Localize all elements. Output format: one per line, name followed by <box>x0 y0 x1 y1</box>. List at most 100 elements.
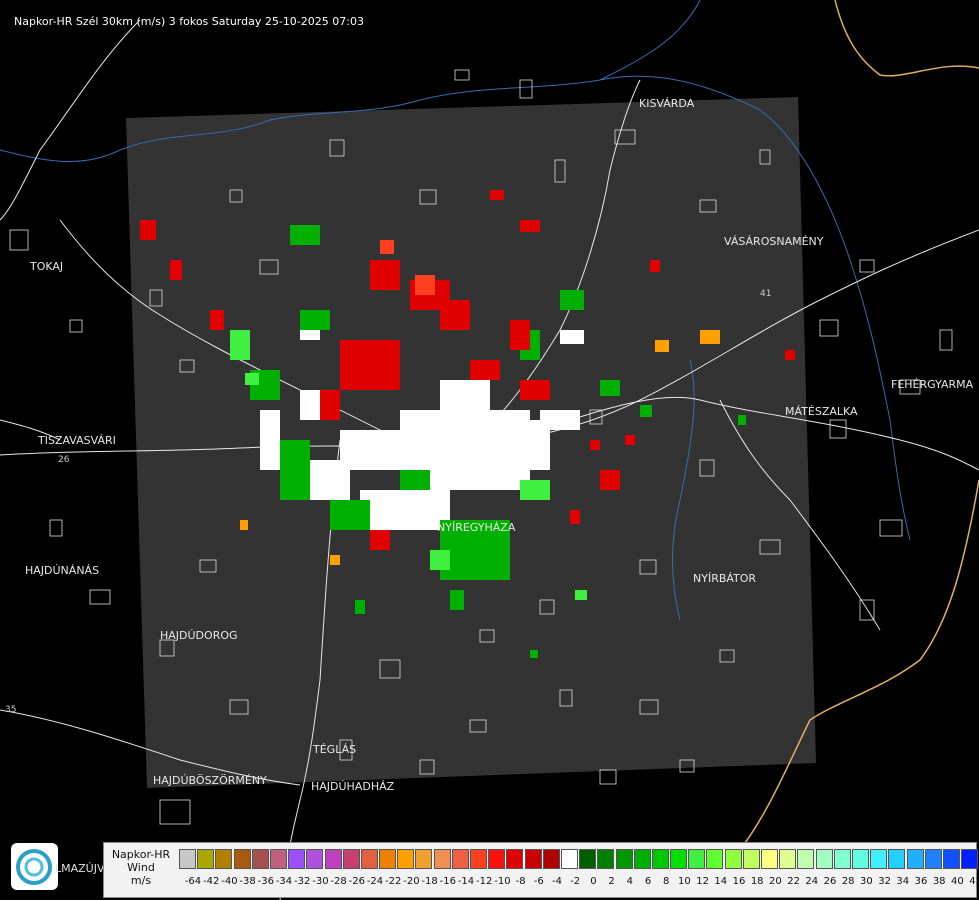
legend-swatch <box>597 849 615 869</box>
legend-swatch <box>560 849 578 869</box>
place-label-tokaj: TOKAJ <box>30 260 64 273</box>
legend-swatch <box>179 849 196 869</box>
legend-swatch <box>615 849 633 869</box>
legend-tick: 14 <box>714 876 728 887</box>
legend-tick: 4 <box>626 876 633 887</box>
map-title: Napkor-HR Szél 30km (m/s) 3 fokos Saturd… <box>14 15 364 28</box>
legend-swatch <box>269 849 287 869</box>
legend-tick: 38 <box>932 876 946 887</box>
legend-swatch <box>688 849 706 869</box>
legend-swatch <box>851 849 869 869</box>
legend-swatch <box>415 849 433 869</box>
legend-swatch <box>942 849 960 869</box>
svg-text:26: 26 <box>58 455 70 465</box>
place-label-hajduhadhaz: HAJDÚHADHÁZ <box>311 780 395 793</box>
svg-text:35: 35 <box>5 705 16 715</box>
legend-swatch <box>742 849 760 869</box>
legend-swatch <box>542 849 560 869</box>
legend-tick: -40 <box>221 876 238 887</box>
legend-tick: 6 <box>644 876 652 887</box>
legend-tick: 40 <box>951 876 964 887</box>
place-label-hajdunanas: HAJDÚNÁNÁS <box>25 564 100 577</box>
legend-swatch <box>379 849 397 869</box>
legend-tick: -34 <box>275 876 293 887</box>
legend-swatch <box>233 849 251 869</box>
legend-swatch <box>251 849 269 869</box>
legend-swatch <box>288 849 306 869</box>
legend-tick: 2 <box>608 876 615 887</box>
legend-tick: 42 <box>969 876 979 887</box>
legend-tick: 26 <box>823 876 837 887</box>
legend-tick: 32 <box>878 876 891 887</box>
legend-tick: -36 <box>257 876 274 887</box>
legend-tick: -4 <box>552 876 562 887</box>
legend-swatches <box>179 849 979 869</box>
legend-swatch <box>961 849 979 869</box>
logo-icon <box>16 849 52 885</box>
legend-swatch <box>779 849 797 869</box>
legend-swatch <box>888 849 906 869</box>
radar-map: 26 41 35 <box>0 0 979 900</box>
legend-swatch <box>324 849 342 869</box>
legend-swatch <box>815 849 833 869</box>
legend-unit: m/s <box>130 874 152 887</box>
legend-swatch <box>651 849 669 869</box>
legend-tick: -22 <box>385 876 402 887</box>
place-label-nyirbator: NYÍRBÁTOR <box>693 572 757 585</box>
legend-tick: -28 <box>330 876 347 887</box>
legend-swatch <box>670 849 688 869</box>
legend-tick: -20 <box>403 876 420 887</box>
legend-tick: 30 <box>860 876 873 887</box>
legend-tick: 20 <box>769 876 782 887</box>
legend-swatch <box>906 849 924 869</box>
legend-tick: -10 <box>494 876 511 887</box>
place-label-kisvarda: KISVÁRDA <box>639 97 695 110</box>
legend-tick: -14 <box>457 876 475 887</box>
place-label-hajduboszormeny: HAJDÚBÖSZÖRMÉNY <box>153 774 267 787</box>
legend-ticks: -64 -42 -40 -38 -36 -34 -32 -30 -28 -26 -24 -22 -20-… <box>179 876 979 890</box>
legend-swatch <box>306 849 324 869</box>
place-label-hajdudorog: HAJDÚDOROG <box>160 629 238 642</box>
legend-swatch <box>761 849 778 869</box>
legend-swatch <box>833 849 851 869</box>
legend-line2: Wind <box>127 861 155 874</box>
legend-swatch <box>488 849 506 869</box>
legend-swatch <box>360 849 378 869</box>
legend-tick: 24 <box>805 876 819 887</box>
legend-tick: 18 <box>750 876 764 887</box>
legend-tick: -32 <box>294 876 311 887</box>
place-label-fehergyarmat: FEHÉRGYARMA <box>891 378 974 391</box>
legend-tick: -24 <box>366 876 384 887</box>
legend-tick: 28 <box>841 876 855 887</box>
legend-swatch <box>924 849 942 869</box>
legend-swatch <box>633 849 651 869</box>
legend-tick: -42 <box>203 876 220 887</box>
legend-tick: 36 <box>914 876 928 887</box>
place-label-vasarosnameny: VÁSÁROSNAMÉNY <box>724 235 824 248</box>
legend-swatch <box>197 849 215 869</box>
legend-swatch <box>470 849 487 869</box>
legend-tick: -38 <box>239 876 256 887</box>
legend-swatch <box>506 849 524 869</box>
legend-tick: -64 <box>184 876 202 887</box>
legend-tick: 16 <box>732 876 746 887</box>
legend-line1: Napkor-HR <box>111 848 171 861</box>
legend-tick: -2 <box>570 876 581 887</box>
legend-title: Napkor-HR Wind m/s <box>107 848 175 887</box>
legend-swatch <box>797 849 815 869</box>
river <box>599 0 701 81</box>
legend-swatch <box>524 849 542 869</box>
legend-tick: 8 <box>663 876 670 887</box>
legend-tick: -12 <box>476 876 493 887</box>
legend-tick: -6 <box>533 876 544 887</box>
legend-tick: -30 <box>312 876 329 887</box>
place-label-mateszalka: MÁTÉSZALKA <box>785 405 858 418</box>
legend-swatch <box>724 849 742 869</box>
place-label-tiszavasvari: TISZAVASVÁRI <box>38 434 116 447</box>
legend-tick: -8 <box>515 876 526 887</box>
legend-swatch <box>342 849 360 869</box>
place-label-nyiregyhaza: NYÍREGYHÁZA <box>437 521 516 534</box>
legend-tick: 12 <box>696 876 709 887</box>
svg-text:41: 41 <box>760 289 771 299</box>
legend-swatch <box>451 849 469 869</box>
